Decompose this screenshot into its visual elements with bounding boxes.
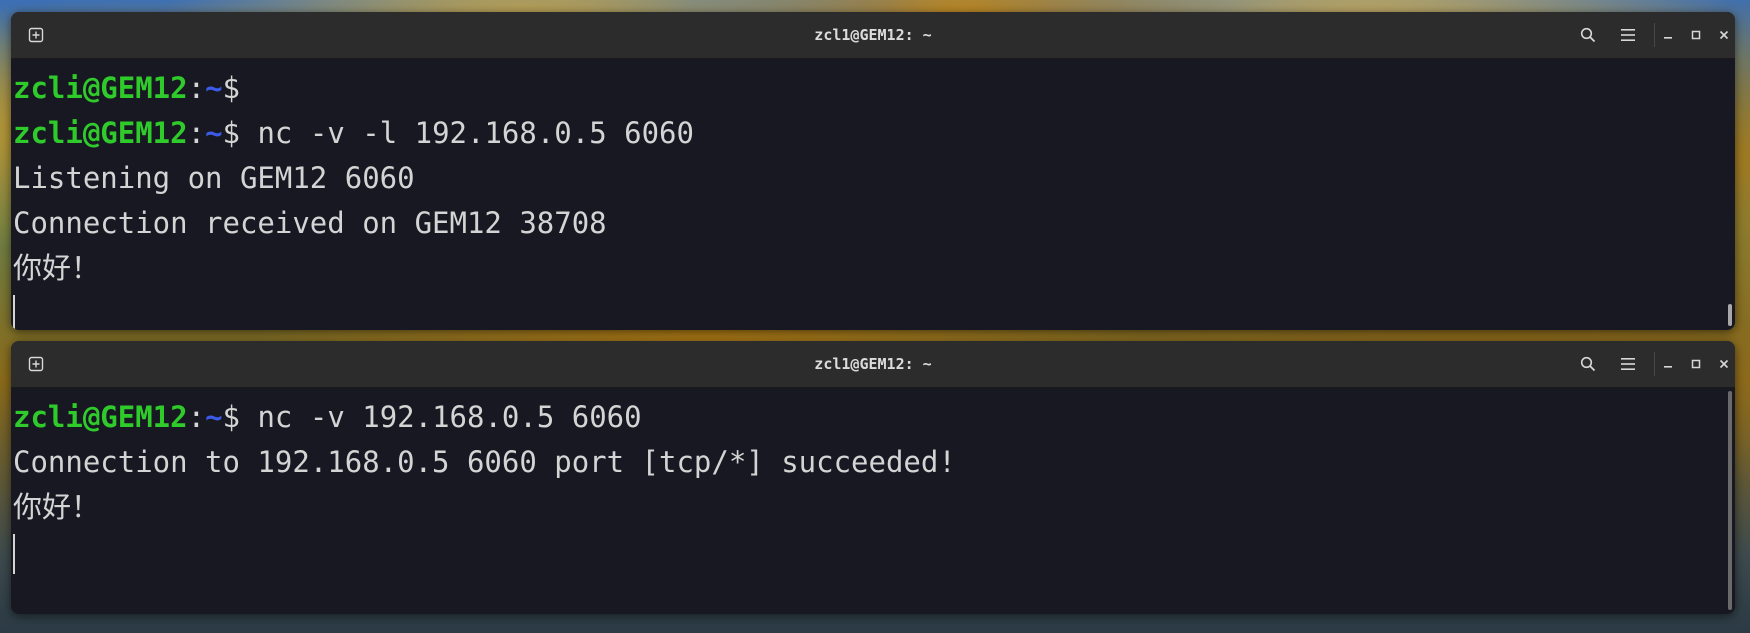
close-button[interactable] <box>1709 349 1735 379</box>
scrollbar-thumb[interactable] <box>1728 304 1732 326</box>
output-line: Listening on GEM12 6060 <box>13 161 415 195</box>
terminal-line: zcli@GEM12:~$ nc -v -l 192.168.0.5 6060 <box>13 111 1721 156</box>
prompt-path: ~ <box>205 71 223 105</box>
cursor-line <box>13 530 1721 575</box>
menu-button[interactable] <box>1613 20 1643 50</box>
close-button[interactable] <box>1709 20 1735 50</box>
search-icon <box>1580 356 1596 372</box>
window-title: zcl1@GEM12: ~ <box>814 26 932 44</box>
title-bar[interactable]: zcl1@GEM12: ~ <box>11 341 1735 388</box>
minimize-button[interactable] <box>1653 349 1683 379</box>
prompt-dollar: $ <box>222 400 241 434</box>
terminal-window-bottom[interactable]: zcl1@GEM12: ~ zcli@GEM12:~$ nc -v 192.16… <box>11 341 1735 614</box>
close-icon <box>1719 359 1729 369</box>
hamburger-menu-icon <box>1621 29 1635 41</box>
output-line: 你好！ <box>13 490 101 524</box>
command-text: nc -v -l 192.168.0.5 6060 <box>240 116 694 150</box>
scrollbar-thumb[interactable] <box>1728 391 1732 610</box>
search-icon <box>1580 27 1596 43</box>
text-cursor <box>13 295 15 330</box>
output-line: Connection to 192.168.0.5 6060 port [tcp… <box>13 445 956 479</box>
output-line: 你好！ <box>13 251 101 285</box>
cursor-line <box>13 291 1721 330</box>
maximize-icon <box>1691 359 1701 369</box>
window-title: zcl1@GEM12: ~ <box>814 355 932 373</box>
prompt-path: ~ <box>205 400 223 434</box>
search-button[interactable] <box>1573 349 1603 379</box>
maximize-icon <box>1691 30 1701 40</box>
prompt-user: zcli@GEM12 <box>13 71 188 105</box>
output-line: Connection received on GEM12 38708 <box>13 206 607 240</box>
text-cursor <box>13 534 15 574</box>
close-icon <box>1719 30 1729 40</box>
maximize-button[interactable] <box>1681 349 1711 379</box>
prompt-path: ~ <box>205 116 223 150</box>
terminal-window-top[interactable]: zcl1@GEM12: ~ zcli@GEM12:~$ zcli@GEM12:~… <box>11 12 1735 330</box>
terminal-output[interactable]: zcli@GEM12:~$ zcli@GEM12:~$ nc -v -l 192… <box>13 58 1721 330</box>
terminal-line: zcli@GEM12:~$ nc -v 192.168.0.5 6060 <box>13 395 1721 440</box>
minimize-icon <box>1664 37 1672 39</box>
menu-button[interactable] <box>1613 349 1643 379</box>
prompt-dollar: $ <box>222 71 241 105</box>
prompt-colon: : <box>187 400 206 434</box>
scrollbar[interactable] <box>1723 387 1735 614</box>
command-text: nc -v 192.168.0.5 6060 <box>240 400 642 434</box>
search-button[interactable] <box>1573 20 1603 50</box>
prompt-colon: : <box>187 116 206 150</box>
terminal-output[interactable]: zcli@GEM12:~$ nc -v 192.168.0.5 6060 Con… <box>13 387 1721 614</box>
scrollbar[interactable] <box>1723 58 1735 330</box>
title-bar[interactable]: zcl1@GEM12: ~ <box>11 12 1735 59</box>
prompt-user: zcli@GEM12 <box>13 116 188 150</box>
minimize-button[interactable] <box>1653 20 1683 50</box>
maximize-button[interactable] <box>1681 20 1711 50</box>
minimize-icon <box>1664 366 1672 368</box>
prompt-colon: : <box>187 71 206 105</box>
prompt-dollar: $ <box>222 116 241 150</box>
terminal-line: zcli@GEM12:~$ <box>13 66 1721 111</box>
hamburger-menu-icon <box>1621 358 1635 370</box>
prompt-user: zcli@GEM12 <box>13 400 188 434</box>
